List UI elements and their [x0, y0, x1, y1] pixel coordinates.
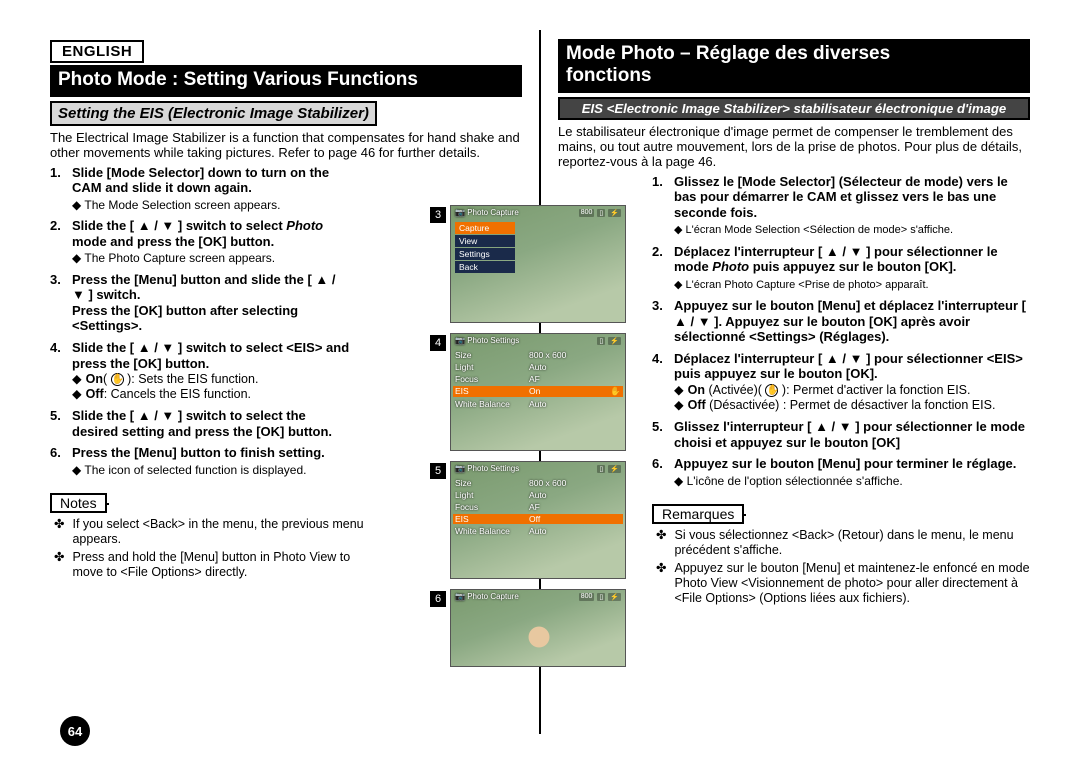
figure-4: 4 📷 Photo Settings ▯⚡ Size800 x 600Light…	[450, 333, 630, 451]
figure-strip: 3 📷 Photo Capture 800▯⚡ Capture View Set…	[450, 205, 630, 677]
settings-row: FocusAF	[455, 374, 621, 384]
lcd-settings: Size800 x 600 LightAuto FocusAF EISOn ✋ Whit…	[455, 350, 621, 411]
figure-6: 6 📷 Photo Capture 800▯⚡	[450, 589, 630, 667]
figure-number: 5	[430, 463, 446, 479]
figure-number: 4	[430, 335, 446, 351]
intro-en: The Electrical Image Stabilizer is a fun…	[50, 130, 522, 161]
menu-item: Capture	[455, 222, 515, 234]
hand-icon: ✋	[765, 384, 778, 397]
menu-item: Settings	[455, 248, 515, 260]
step-text: Press the [Menu] button and slide the [ …	[72, 272, 336, 303]
settings-row: LightAuto	[455, 362, 621, 372]
note-item: Appuyez sur le bouton [Menu] et maintene…	[674, 561, 1030, 606]
lang-badge-fr: FRANÇAIS	[925, 40, 1031, 63]
step-text: Déplacez l'interrupteur [ ▲ / ▼ ] pour s…	[674, 244, 998, 275]
step-sub: L'icône de l'option sélectionnée s'affic…	[674, 474, 903, 488]
steps-en: Slide [Mode Selector] down to turn on th…	[50, 165, 350, 478]
photo-subject	[521, 619, 557, 655]
step-text: Déplacez l'interrupteur [ ▲ / ▼ ] pour s…	[674, 351, 1023, 382]
lcd-title: 📷 Photo Settings	[455, 464, 519, 473]
intro-fr: Le stabilisateur électronique d'image pe…	[558, 124, 1030, 170]
title-en: Photo Mode : Setting Various Functions	[50, 65, 522, 97]
notes-heading-en: Notes	[50, 493, 107, 513]
note-item: If you select <Back> in the menu, the pr…	[72, 517, 380, 547]
step-text: Slide the [ ▲ / ▼ ] switch to select the…	[72, 408, 332, 439]
settings-row: EISOff	[453, 514, 623, 524]
note-item: Si vous sélectionnez <Back> (Retour) dan…	[674, 528, 1030, 558]
subtitle-fr: EIS <Electronic Image Stabilizer> stabil…	[558, 97, 1030, 120]
step-text: Glissez le [Mode Selector] (Sélecteur de…	[674, 174, 1008, 220]
lcd-title: 📷 Photo Capture	[455, 208, 519, 217]
figure-number: 3	[430, 207, 446, 223]
step-text: Press the [Menu] button to finish settin…	[72, 445, 325, 460]
lang-badge-en: ENGLISH	[50, 40, 144, 63]
lcd-menu: Capture View Settings Back	[455, 222, 515, 274]
lcd-title: 📷 Photo Capture	[455, 592, 519, 601]
step-sub: The Mode Selection screen appears.	[72, 198, 280, 212]
hand-icon: ✋	[111, 373, 124, 386]
settings-row: EISOn ✋	[453, 386, 623, 397]
step-text: Appuyez sur le bouton [Menu] et déplacez…	[674, 298, 1026, 344]
step-sub: The icon of selected function is display…	[72, 463, 307, 477]
figure-3: 3 📷 Photo Capture 800▯⚡ Capture View Set…	[450, 205, 630, 323]
step-sub: L'écran Mode Selection <Sélection de mod…	[674, 224, 953, 236]
notes-heading-fr: Remarques	[652, 504, 744, 524]
figure-5: 5 📷 Photo Settings ▯⚡ Size800 x 600Light…	[450, 461, 630, 579]
notes-en: If you select <Back> in the menu, the pr…	[50, 517, 380, 580]
settings-row: FocusAF	[455, 502, 621, 512]
step-text: Appuyez sur le bouton [Menu] pour termin…	[674, 456, 1016, 471]
step-text: Glissez l'interrupteur [ ▲ / ▼ ] pour sé…	[674, 419, 1025, 450]
step-text: Press the [OK] button after selecting <S…	[72, 303, 298, 334]
step-options: On( ✋ ): Sets the EIS function. Off: Can…	[72, 372, 350, 402]
settings-row: White BalanceAuto	[455, 526, 621, 536]
step-text: Slide [Mode Selector] down to turn on th…	[72, 165, 329, 196]
settings-row: Size800 x 600	[455, 478, 621, 488]
step-text: Slide the [ ▲ / ▼ ] switch to select Pho…	[72, 218, 323, 249]
page-number: 64	[60, 716, 90, 746]
settings-row: White BalanceAuto	[455, 399, 621, 409]
menu-item: Back	[455, 261, 515, 273]
step-options: On (Activée)( ✋ ): Permet d'activer la f…	[674, 383, 1030, 413]
settings-row: Size800 x 600	[455, 350, 621, 360]
figure-number: 6	[430, 591, 446, 607]
menu-item: View	[455, 235, 515, 247]
step-text: Slide the [ ▲ / ▼ ] switch to select <EI…	[72, 340, 349, 371]
subtitle-en: Setting the EIS (Electronic Image Stabil…	[50, 101, 377, 126]
lcd-settings: Size800 x 600 LightAuto FocusAF EISOff White…	[455, 478, 621, 538]
step-sub: L'écran Photo Capture <Prise de photo> a…	[674, 279, 929, 291]
settings-row: LightAuto	[455, 490, 621, 500]
note-item: Press and hold the [Menu] button in Phot…	[72, 550, 380, 580]
step-sub: The Photo Capture screen appears.	[72, 251, 275, 265]
lcd-title: 📷 Photo Settings	[455, 336, 519, 345]
